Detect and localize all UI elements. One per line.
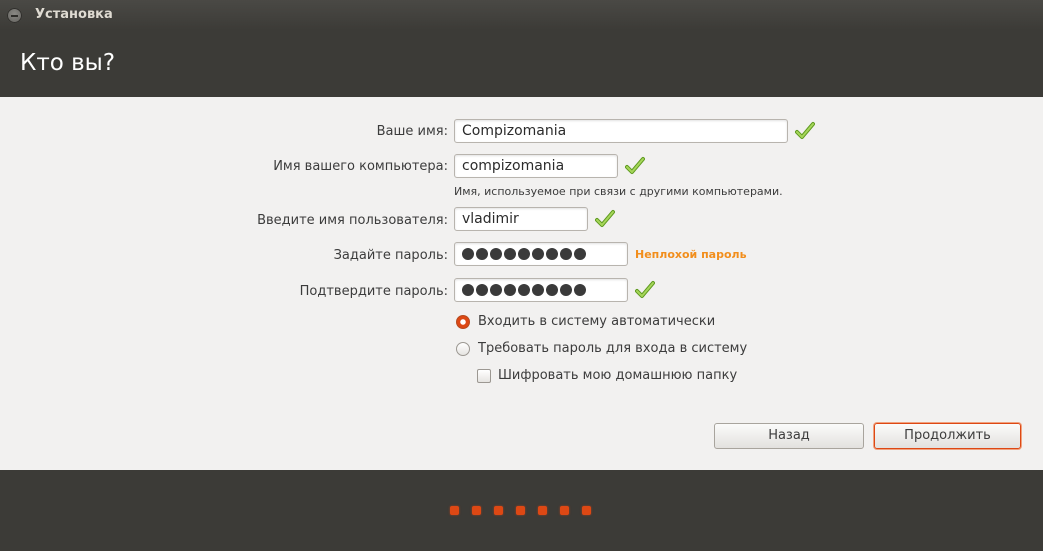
password-mask-dot (462, 248, 474, 260)
password-mask-dot (546, 248, 558, 260)
password-mask-dot (574, 284, 586, 296)
name-valid-check-icon (795, 122, 815, 139)
progress-dot (494, 506, 503, 515)
username-input[interactable]: vladimir (454, 207, 588, 231)
window-titlebar: Установка (0, 0, 1043, 30)
password-mask (462, 248, 586, 260)
auto-login-label[interactable]: Входить в систему автоматически (478, 314, 715, 329)
confirm-password-label: Подтвердите пароль: (299, 284, 448, 299)
password-mask-dot (532, 284, 544, 296)
password-mask-dot (504, 284, 516, 296)
auto-login-radio[interactable] (456, 315, 470, 329)
name-label: Ваше имя: (376, 124, 448, 139)
page-title: Кто вы? (20, 50, 116, 76)
close-window-icon[interactable] (7, 8, 22, 23)
password-mask-dot (462, 284, 474, 296)
progress-dot (472, 506, 481, 515)
password-mask-dot (574, 248, 586, 260)
password-label: Задайте пароль: (333, 248, 448, 263)
password-mask-dot (476, 284, 488, 296)
progress-dot (560, 506, 569, 515)
computer-name-label: Имя вашего компьютера: (273, 159, 448, 174)
confirm-password-valid-check-icon (635, 281, 655, 298)
require-password-radio[interactable] (456, 342, 470, 356)
computer-name-valid-check-icon (625, 157, 645, 174)
password-mask-dot (490, 248, 502, 260)
require-password-label[interactable]: Требовать пароль для входа в систему (478, 341, 747, 356)
username-label: Введите имя пользователя: (257, 213, 448, 228)
password-strength-label: Неплохой пароль (635, 248, 747, 261)
name-input[interactable]: Compizomania (454, 119, 788, 143)
progress-dot (582, 506, 591, 515)
progress-indicator (450, 506, 591, 515)
password-mask-dot (560, 284, 572, 296)
password-mask-dot (532, 248, 544, 260)
username-valid-check-icon (595, 210, 615, 227)
progress-dot (516, 506, 525, 515)
password-mask-dot (504, 248, 516, 260)
continue-button[interactable]: Продолжить (874, 423, 1021, 449)
password-mask-dot (476, 248, 488, 260)
confirm-password-mask (462, 284, 586, 296)
encrypt-home-label[interactable]: Шифровать мою домашнюю папку (498, 368, 737, 383)
encrypt-home-checkbox[interactable] (477, 369, 491, 383)
password-mask-dot (518, 248, 530, 260)
password-mask-dot (518, 284, 530, 296)
back-button[interactable]: Назад (714, 423, 864, 449)
password-mask-dot (560, 248, 572, 260)
computer-name-input[interactable]: compizomania (454, 154, 618, 178)
computer-name-hint: Имя, используемое при связи с другими ко… (454, 185, 783, 198)
progress-dot (538, 506, 547, 515)
password-mask-dot (546, 284, 558, 296)
progress-dot (450, 506, 459, 515)
confirm-password-input[interactable] (454, 278, 628, 302)
password-mask-dot (490, 284, 502, 296)
window-title: Установка (35, 7, 113, 22)
password-input[interactable] (454, 242, 628, 266)
